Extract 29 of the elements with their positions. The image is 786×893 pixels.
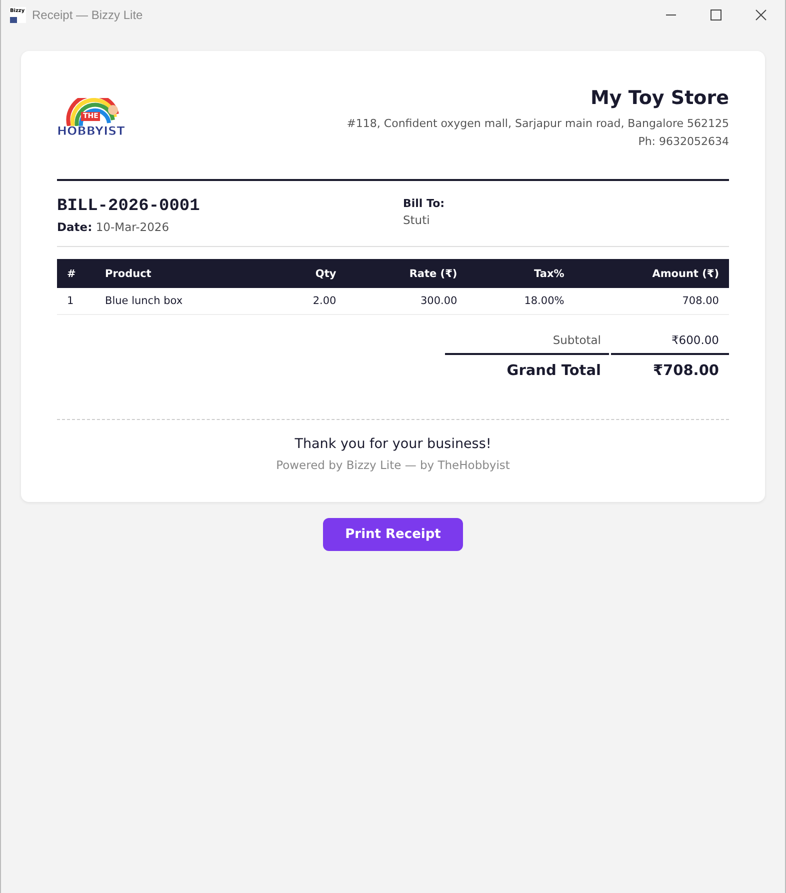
close-icon[interactable] <box>755 9 767 21</box>
bill-number: BILL-2026-0001 <box>57 197 201 216</box>
table-cell: 300.00 <box>346 288 468 314</box>
print-receipt-button[interactable]: Print Receipt <box>323 518 463 551</box>
column-header: Rate (₹) <box>346 259 468 288</box>
window-title: Receipt — Bizzy Lite <box>32 8 144 22</box>
maximize-icon[interactable] <box>710 9 722 21</box>
store-phone: Ph: 9632052634 <box>637 134 729 150</box>
subtotal-value: ₹600.00 <box>611 329 729 355</box>
table-cell: 18.00% <box>467 288 574 314</box>
column-header: Qty <box>268 259 346 288</box>
powered-by-text: Powered by Bizzy Lite — by TheHobbyist <box>275 458 511 472</box>
store-address: #118, Confident oxygen mall, Sarjapur main road, Bangalore 562125 <box>346 116 729 132</box>
bill-date: Date: 10-Mar-2026 <box>57 220 170 234</box>
column-header: Product <box>95 259 269 288</box>
grand-total-label: Grand Total <box>506 362 602 381</box>
bill-to-label: Bill To: <box>403 197 445 210</box>
customer-name: Stuti <box>403 213 431 227</box>
column-header: Amount (₹) <box>574 259 729 288</box>
table-cell: 1 <box>57 288 95 314</box>
store-name: My Toy Store <box>590 87 729 109</box>
subtotal-label: Subtotal <box>445 329 609 355</box>
table-cell: 2.00 <box>268 288 346 314</box>
table-cell: 708.00 <box>574 288 729 314</box>
column-header: # <box>57 259 95 288</box>
column-header: Tax% <box>467 259 574 288</box>
table-cell: Blue lunch box <box>95 288 269 314</box>
grand-total-value: ₹708.00 <box>652 362 720 381</box>
thank-you-message: Thank you for your business! <box>294 436 492 452</box>
